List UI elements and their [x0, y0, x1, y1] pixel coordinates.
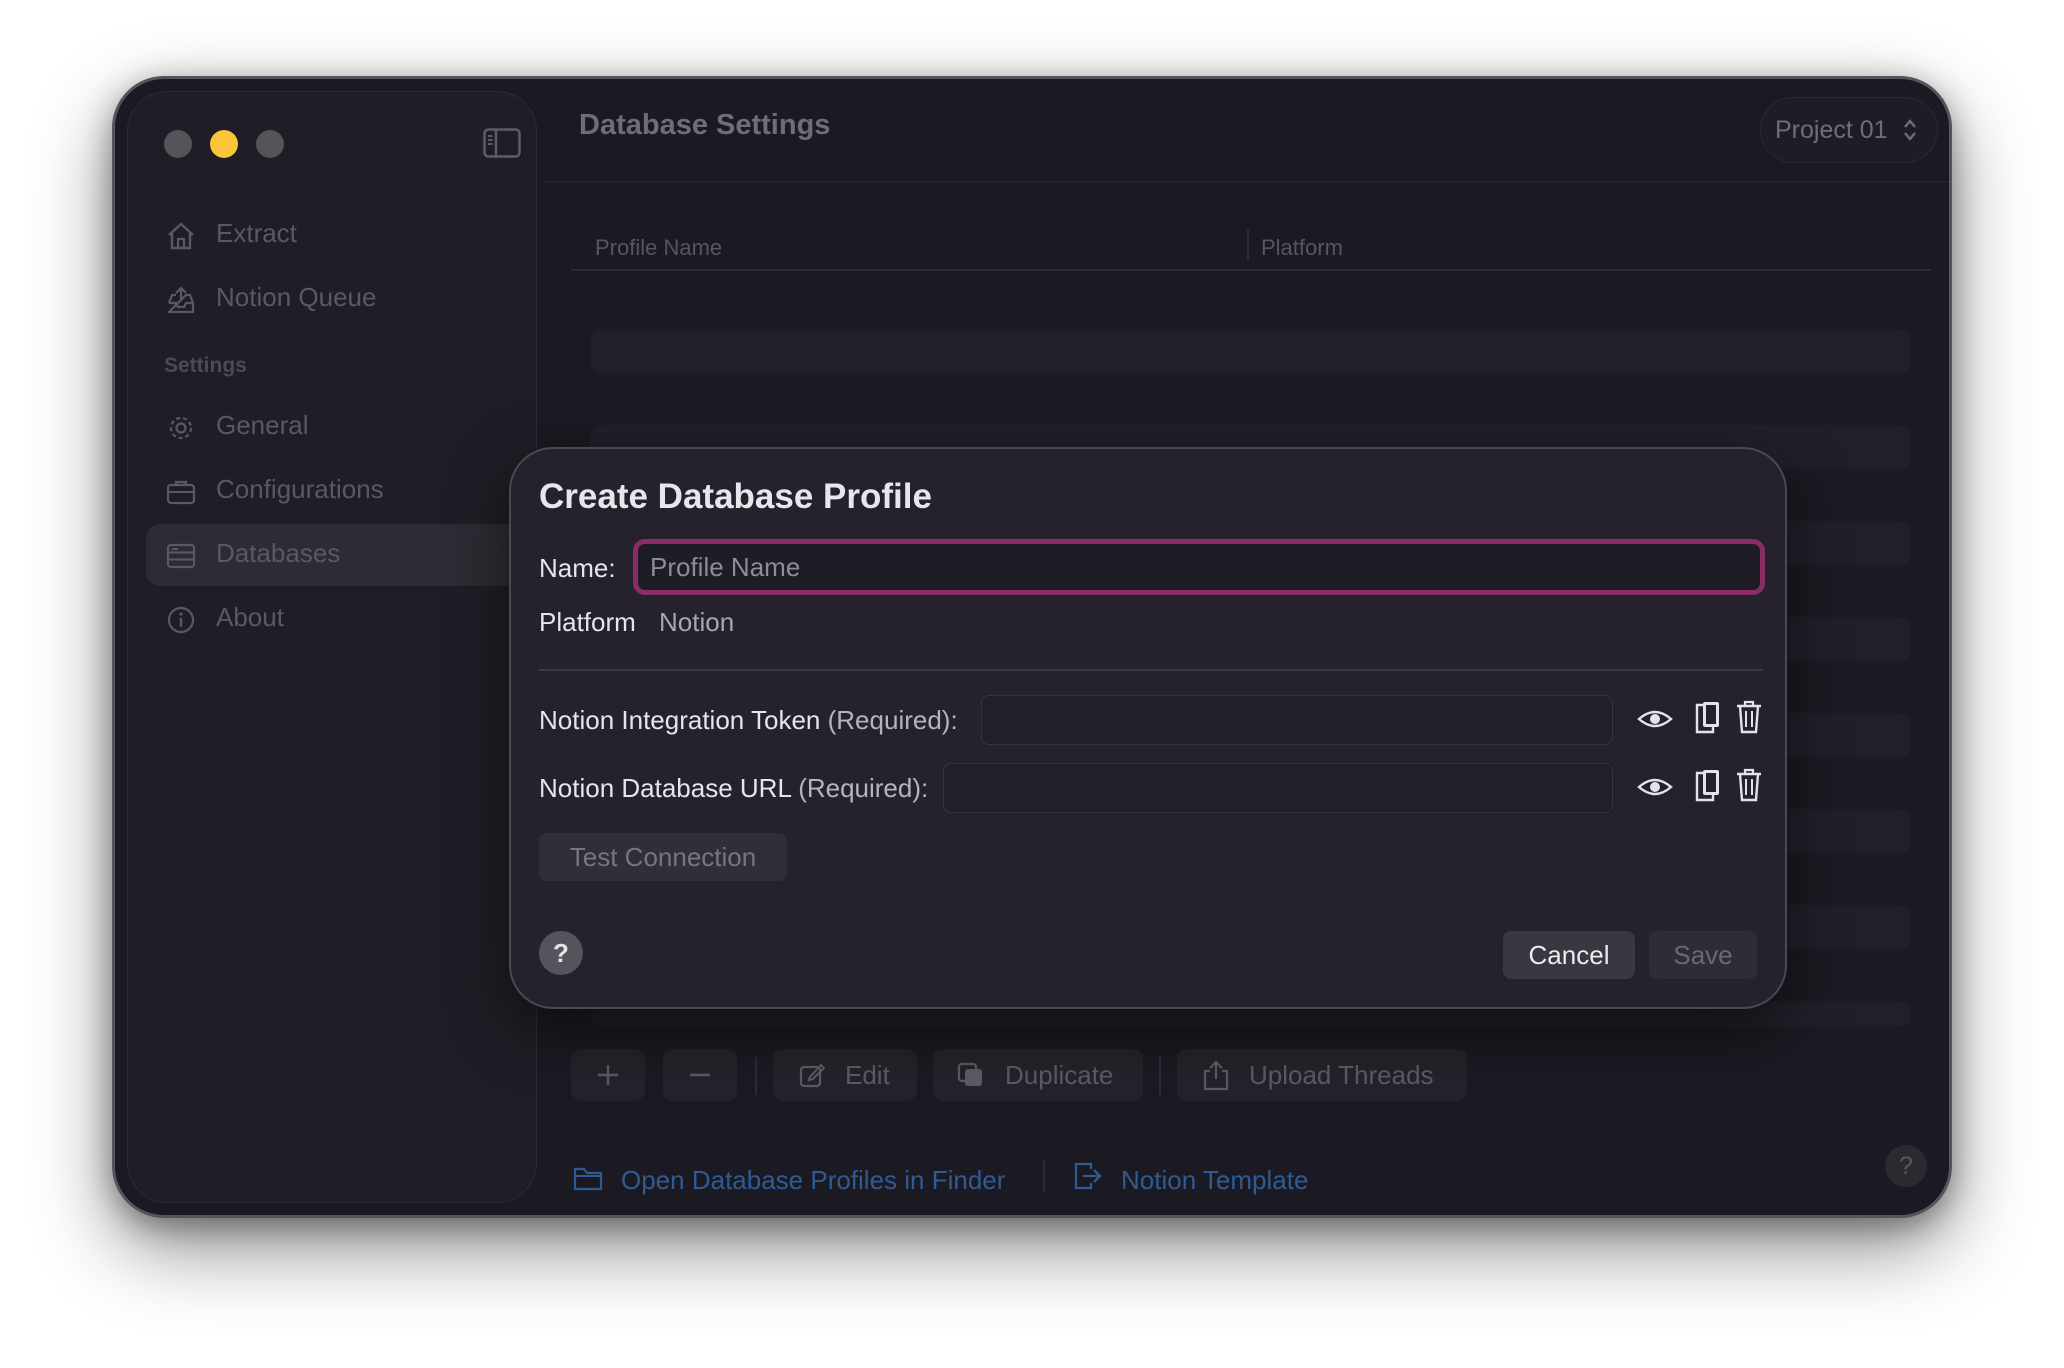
database-icon — [166, 543, 196, 569]
dialog-title: Create Database Profile — [539, 477, 932, 516]
sidebar-item-extract[interactable]: Extract — [146, 204, 538, 266]
sidebar-section-header: Settings — [164, 354, 247, 377]
test-connection-button[interactable]: Test Connection — [539, 833, 787, 881]
column-separator — [1247, 229, 1249, 261]
edit-icon — [799, 1063, 825, 1088]
token-label: Notion Integration Token (Required): — [539, 705, 958, 736]
sidebar-toggle-icon[interactable] — [483, 128, 521, 158]
share-upload-icon — [1203, 1060, 1229, 1091]
table-header: Profile Name Platform — [571, 229, 1931, 271]
edit-button-label: Edit — [845, 1060, 890, 1090]
url-label: Notion Database URL (Required): — [539, 773, 928, 804]
page-title: Database Settings — [579, 109, 831, 141]
database-url-input[interactable] — [943, 763, 1613, 813]
trash-icon[interactable] — [1735, 699, 1763, 735]
duplicate-icon — [957, 1062, 982, 1086]
edit-button[interactable]: Edit — [773, 1049, 917, 1101]
tray-upload-icon — [167, 286, 195, 314]
sidebar-item-notion-queue[interactable]: Notion Queue — [146, 268, 538, 330]
sidebar-item-label: Notion Queue — [216, 282, 377, 312]
sidebar-item-label: About — [216, 602, 284, 632]
briefcase-icon — [166, 480, 196, 505]
copy-icon[interactable] — [1693, 767, 1723, 803]
remove-button[interactable] — [663, 1049, 737, 1101]
trash-icon[interactable] — [1735, 767, 1763, 803]
create-profile-dialog: Create Database Profile Name: Platform N… — [509, 447, 1787, 1009]
token-input[interactable] — [981, 695, 1613, 745]
folder-icon — [573, 1167, 603, 1191]
gear-icon — [169, 416, 193, 440]
required-suffix: (Required): — [827, 705, 958, 735]
notion-template-link[interactable]: Notion Template — [1121, 1165, 1308, 1196]
upload-threads-button-label: Upload Threads — [1249, 1060, 1434, 1090]
add-button[interactable] — [571, 1049, 645, 1101]
toolbar-separator — [1159, 1057, 1161, 1095]
house-icon — [168, 222, 194, 250]
project-selector[interactable]: Project 01 — [1760, 97, 1938, 163]
required-suffix: (Required): — [798, 773, 929, 803]
external-link-icon — [1074, 1162, 1102, 1190]
duplicate-button[interactable]: Duplicate — [933, 1049, 1143, 1101]
profile-name-input[interactable] — [633, 539, 1765, 595]
window-zoom-button[interactable] — [256, 130, 284, 158]
footer-separator — [1043, 1159, 1045, 1193]
save-button[interactable]: Save — [1649, 931, 1757, 979]
toolbar-separator — [755, 1057, 757, 1095]
header-divider — [543, 181, 1949, 183]
minus-icon — [690, 1073, 710, 1077]
help-button[interactable]: ? — [1885, 1145, 1927, 1187]
duplicate-button-label: Duplicate — [1005, 1060, 1114, 1090]
sidebar-item-configurations[interactable]: Configurations — [146, 460, 538, 522]
platform-value: Notion — [659, 607, 735, 637]
sidebar-item-general[interactable]: General — [146, 396, 538, 458]
sidebar-item-databases[interactable]: Databases — [146, 524, 538, 586]
sidebar-item-label: General — [216, 410, 309, 440]
eye-icon[interactable] — [1637, 703, 1673, 735]
sidebar-item-label: Extract — [216, 218, 297, 248]
project-selector-label: Project 01 — [1775, 115, 1888, 144]
column-header-profile-name[interactable]: Profile Name — [595, 235, 722, 261]
info-icon — [167, 606, 195, 634]
open-finder-link[interactable]: Open Database Profiles in Finder — [621, 1165, 1005, 1196]
sidebar-item-label: Databases — [216, 538, 341, 568]
sidebar-item-about[interactable]: About — [146, 588, 538, 650]
window-close-button[interactable] — [164, 130, 192, 158]
app-window: Extract Notion Queue Settings General Co… — [112, 76, 1952, 1218]
dialog-divider — [539, 669, 1763, 671]
eye-icon[interactable] — [1637, 771, 1673, 803]
token-label-text: Notion Integration Token — [539, 705, 821, 735]
copy-icon[interactable] — [1693, 699, 1723, 735]
platform-label: Platform — [539, 607, 636, 637]
window-minimize-button[interactable] — [210, 130, 238, 158]
upload-threads-button[interactable]: Upload Threads — [1177, 1049, 1467, 1101]
plus-icon — [598, 1065, 618, 1085]
table-row — [591, 329, 1911, 373]
chevron-updown-icon — [1904, 119, 1916, 141]
url-label-text: Notion Database URL — [539, 773, 791, 803]
dialog-help-button[interactable]: ? — [539, 931, 583, 975]
sidebar-item-label: Configurations — [216, 474, 384, 504]
sidebar: Extract Notion Queue Settings General Co… — [127, 91, 538, 1203]
name-label: Name: — [539, 553, 616, 583]
cancel-button[interactable]: Cancel — [1503, 931, 1635, 979]
column-header-platform[interactable]: Platform — [1261, 235, 1343, 261]
